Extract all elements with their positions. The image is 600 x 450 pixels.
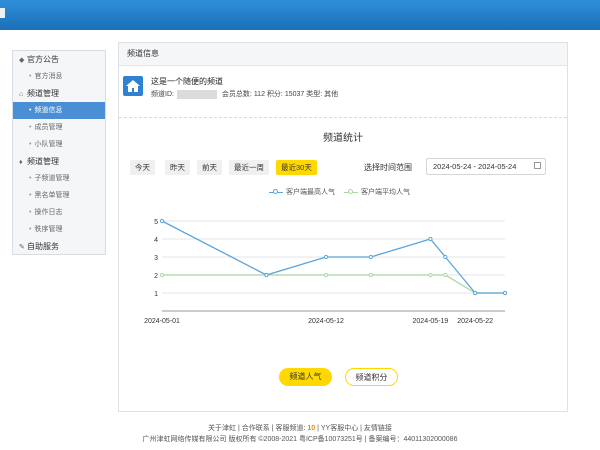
- sidebar: ◆ 官方公告 • 官方消息 ⌂ 频道管理 • 频道信息 • 成员管理 • 小队管理 ♦ 频道管…: [12, 50, 106, 255]
- x-tick-label: 2024-05-01: [144, 318, 180, 325]
- x-tick-label: 2024-05-22: [457, 318, 493, 325]
- y-tick-label: 4: [154, 237, 158, 244]
- y-tick-label: 2: [154, 273, 158, 280]
- data-point: [323, 254, 329, 260]
- home-icon: ⌂: [19, 91, 24, 98]
- points-button[interactable]: 频道积分: [345, 368, 398, 386]
- data-point: [323, 272, 329, 278]
- footer-links: 关于津虹 | 合作联系 | 客服频道: 10 | YY客服中心 | 友情链接: [208, 425, 392, 432]
- sidebar-item-logs[interactable]: • 操作日志: [13, 204, 105, 221]
- sidebar-group-subchannel[interactable]: ♦ 频道管理: [13, 153, 105, 170]
- popularity-button[interactable]: 频道人气: [279, 368, 332, 386]
- data-point: [428, 272, 433, 278]
- line-chart: 1 2 3 4 5 2024-05-01 2024-05-12 2024-05-19 2024-…: [144, 218, 508, 325]
- sidebar-item-blacklist[interactable]: • 黑名单管理: [13, 187, 105, 204]
- sidebar-item-subchannels[interactable]: • 子频道管理: [13, 170, 105, 187]
- y-tick-label: 5: [154, 219, 158, 226]
- data-point: [443, 254, 448, 260]
- sidebar-item-squads[interactable]: • 小队管理: [13, 136, 105, 153]
- x-tick-label: 2024-05-19: [413, 318, 449, 325]
- y-tick-label: 3: [154, 255, 158, 262]
- sidebar-item-members[interactable]: • 成员管理: [13, 119, 105, 136]
- logo: [0, 8, 5, 18]
- x-tick-label: 2024-05-12: [308, 318, 344, 325]
- sidebar-item-order[interactable]: • 秩序管理: [13, 221, 105, 238]
- data-point: [473, 290, 478, 296]
- sidebar-group-self-service[interactable]: ✎ 自助服务: [13, 238, 105, 255]
- sidebar-item-channel-info[interactable]: • 频道信息: [13, 102, 105, 119]
- wrench-icon: ✎: [19, 244, 25, 251]
- data-point: [443, 272, 448, 278]
- data-point: [428, 236, 433, 242]
- footer-copyright: 广州津虹网络传媒有限公司 版权所有 ©2008-2021 粤ICP备100732…: [142, 436, 458, 443]
- data-point: [159, 218, 165, 224]
- data-point: [159, 272, 165, 278]
- top-bar: [0, 0, 600, 30]
- sidebar-group-channel[interactable]: ⌂ 频道管理: [13, 85, 105, 102]
- series-line: [162, 274, 505, 294]
- megaphone-icon: ◆: [19, 57, 25, 64]
- data-point: [368, 272, 373, 278]
- shield-icon: ♦: [19, 159, 23, 166]
- sidebar-item-official-news[interactable]: • 官方消息: [13, 68, 105, 85]
- data-point: [264, 272, 269, 278]
- y-tick-label: 1: [154, 291, 158, 298]
- sidebar-group-announcements[interactable]: ◆ 官方公告: [13, 51, 105, 68]
- data-point: [368, 254, 373, 260]
- channel-info-panel: 频道信息 这是一个随便的频道 频道ID: 会员总数: 112 积分: 15037…: [118, 42, 568, 412]
- data-point: [502, 290, 508, 296]
